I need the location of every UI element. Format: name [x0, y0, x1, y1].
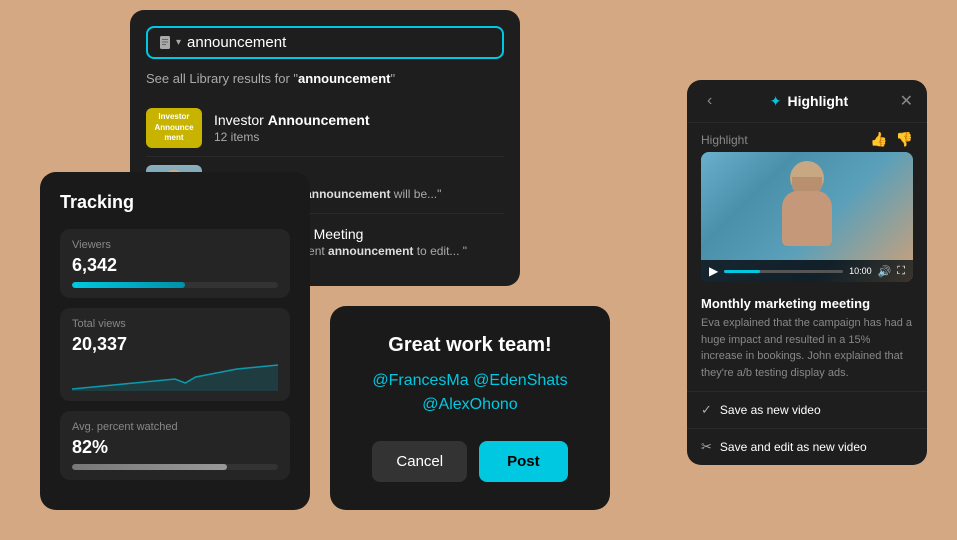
sparkle-icon: ✦	[770, 93, 782, 110]
thumbs-up-button[interactable]: 👍	[870, 131, 887, 148]
highlight-video-title: Monthly marketing meeting	[687, 292, 927, 315]
search-result-investor[interactable]: InvestorAnnouncement Investor Announceme…	[146, 100, 504, 157]
highlight-actions: ✓ Save as new video ✂ Save and edit as n…	[687, 391, 927, 465]
video-play-button[interactable]: ▶	[709, 264, 718, 278]
total-views-stat: Total views 20,337	[60, 308, 290, 401]
tracking-title: Tracking	[60, 192, 290, 213]
viewers-bar	[72, 282, 278, 288]
save-and-edit-button[interactable]: ✂ Save and edit as new video	[687, 429, 927, 465]
avg-watched-value: 82%	[72, 437, 278, 458]
video-controls-bar: ▶ 10:00 🔊 ⛶	[701, 260, 913, 282]
save-as-new-video-button[interactable]: ✓ Save as new video	[687, 392, 927, 429]
result-thumb-investor: InvestorAnnouncement	[146, 108, 202, 148]
highlight-feedback: 👍 👎	[870, 131, 913, 148]
total-views-chart	[72, 361, 278, 391]
save-and-edit-label: Save and edit as new video	[720, 440, 867, 454]
video-person-figure	[772, 161, 842, 251]
video-time: 10:00	[849, 266, 872, 276]
video-container: ▶ 10:00 🔊 ⛶	[701, 152, 913, 282]
highlight-label: Highlight	[701, 133, 748, 147]
highlight-header: ‹ ✦ Highlight ✕	[687, 80, 927, 123]
viewers-bar-fill	[72, 282, 185, 288]
close-button[interactable]: ✕	[900, 91, 913, 111]
search-input-row[interactable]: ▾	[146, 26, 504, 59]
result-meta-investor: 12 items	[214, 130, 504, 144]
result-title-investor: Investor Announcement	[214, 112, 504, 128]
avg-watched-bar-fill	[72, 464, 227, 470]
video-thumbnail: ▶ 10:00 🔊 ⛶	[701, 152, 913, 282]
cancel-button[interactable]: Cancel	[372, 441, 467, 482]
avg-watched-bar	[72, 464, 278, 470]
viewers-label: Viewers	[72, 239, 278, 251]
chevron-down-icon: ▾	[176, 37, 181, 48]
video-background	[701, 152, 913, 260]
search-type-icon: ▾	[158, 35, 181, 51]
highlight-video-desc: Eva explained that the campaign has had …	[687, 315, 927, 391]
viewers-stat: Viewers 6,342	[60, 229, 290, 298]
total-views-value: 20,337	[72, 334, 278, 355]
highlight-title-row: ✦ Highlight	[718, 93, 899, 110]
thumbs-down-button[interactable]: 👎	[896, 131, 913, 148]
result-info-investor: Investor Announcement 12 items	[214, 112, 504, 144]
highlight-label-row: Highlight 👍 👎	[687, 123, 927, 152]
avg-watched-stat: Avg. percent watched 82%	[60, 411, 290, 480]
video-progress-bar[interactable]	[724, 270, 843, 273]
search-subtitle: See all Library results for "announcemen…	[146, 71, 504, 86]
avg-watched-label: Avg. percent watched	[72, 421, 278, 433]
post-heading: Great work team!	[354, 334, 586, 357]
search-input[interactable]	[187, 34, 492, 51]
line-chart-svg	[72, 361, 278, 391]
total-views-label: Total views	[72, 318, 278, 330]
post-panel: Great work team! @FrancesMa @EdenShats@A…	[330, 306, 610, 510]
tracking-panel: Tracking Viewers 6,342 Total views 20,33…	[40, 172, 310, 510]
video-progress-fill	[724, 270, 760, 273]
viewers-value: 6,342	[72, 255, 278, 276]
check-icon: ✓	[701, 402, 712, 418]
post-buttons: Cancel Post	[354, 441, 586, 482]
scissors-icon: ✂	[701, 439, 712, 455]
post-mentions: @FrancesMa @EdenShats@AlexOhono	[354, 369, 586, 417]
post-button[interactable]: Post	[479, 441, 568, 482]
highlight-panel-title: Highlight	[788, 93, 849, 109]
video-sound-button[interactable]: 🔊	[878, 265, 892, 278]
save-as-new-video-label: Save as new video	[720, 403, 821, 417]
highlight-panel: ‹ ✦ Highlight ✕ Highlight 👍 👎	[687, 80, 927, 465]
video-fullscreen-button[interactable]: ⛶	[897, 265, 905, 278]
document-icon	[158, 35, 174, 51]
back-button[interactable]: ‹	[701, 90, 718, 112]
